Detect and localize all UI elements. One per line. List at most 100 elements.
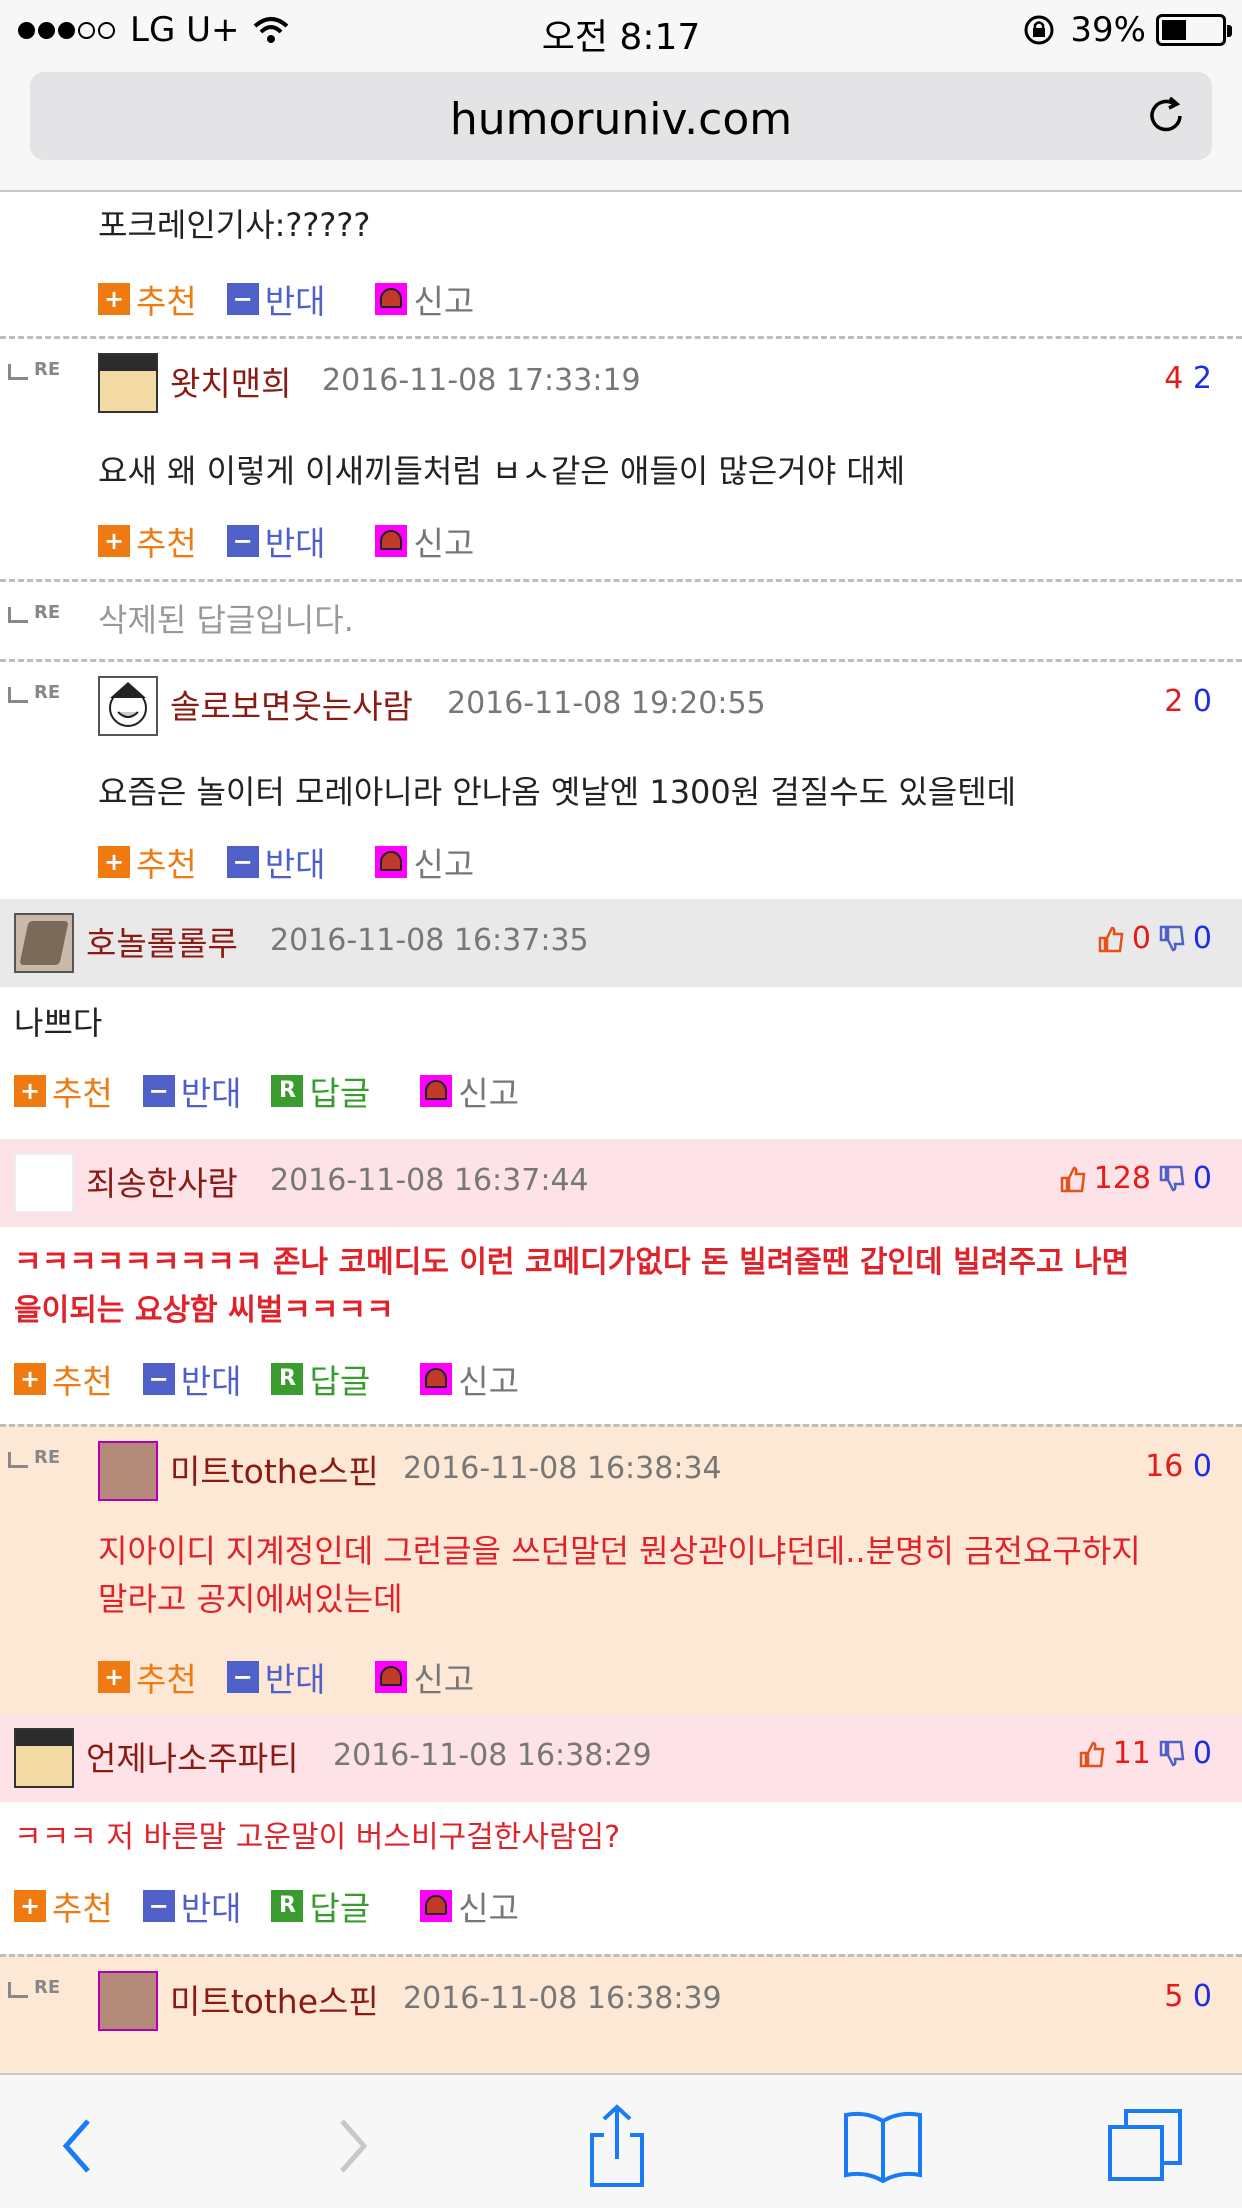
status-right: 39% [1022, 10, 1232, 50]
reply-item: RE 미트tothe스핀 2016-11-08 16:38:39 5 0 [0, 1954, 1242, 2073]
report-button[interactable]: 신고 [420, 1355, 519, 1403]
thumbs-down-icon[interactable] [1157, 1739, 1187, 1769]
reply-button[interactable]: R 답글 [271, 1355, 370, 1403]
report-button[interactable]: 신고 [375, 838, 474, 886]
oppose-button[interactable]: − 반대 [142, 1067, 241, 1115]
re-icon: RE [8, 1977, 60, 1998]
siren-icon [420, 1075, 453, 1107]
plus-icon: + [98, 283, 130, 315]
comment-body: 포크레인기사:????? [98, 206, 371, 244]
tabs-icon[interactable] [1104, 2101, 1194, 2191]
siren-icon [420, 1890, 453, 1922]
recommend-button[interactable]: + 추천 [98, 838, 197, 886]
oppose-button[interactable]: − 반대 [142, 1882, 241, 1930]
comment-date: 2016-11-08 16:38:34 [403, 1451, 722, 1486]
comment-author[interactable]: 왓치맨희 [170, 357, 291, 405]
comment-body-line: 을이되는 요상함 씨벌ㅋㅋㅋㅋ [14, 1293, 394, 1328]
comment-actions: + 추천 − 반대 R 답글 신고 [14, 1067, 549, 1115]
comment-actions: + 추천 − 반대 R 답글 신고 [14, 1355, 549, 1403]
siren-icon [420, 1363, 453, 1395]
oppose-button[interactable]: − 반대 [226, 838, 325, 886]
comment-actions: + 추천 − 반대 신고 [98, 1653, 504, 1701]
minus-icon: − [226, 525, 259, 557]
url-text[interactable]: humoruniv.com [30, 94, 1212, 145]
orientation-lock-icon [1024, 15, 1054, 45]
oppose-button[interactable]: − 반대 [226, 275, 325, 323]
report-button[interactable]: 신고 [375, 275, 474, 323]
address-bar-area: humoruniv.com [0, 60, 1242, 192]
siren-icon [375, 283, 408, 315]
thumbs-up-icon[interactable] [1077, 1739, 1107, 1769]
recommend-button[interactable]: + 추천 [14, 1355, 113, 1403]
comment-body: ㅋㅋㅋ 저 바른말 고운말이 버스비구걸한사람임? [14, 1820, 621, 1855]
minus-icon: − [142, 1075, 175, 1107]
recommend-button[interactable]: + 추천 [14, 1067, 113, 1115]
recommend-button[interactable]: + 추천 [14, 1882, 113, 1930]
minus-icon: − [226, 1661, 259, 1693]
report-button[interactable]: 신고 [420, 1067, 519, 1115]
comment-author[interactable]: 솔로보면웃는사람 [170, 680, 413, 728]
reload-icon[interactable] [1142, 92, 1190, 140]
thumbs-down-icon[interactable] [1157, 924, 1187, 954]
reply-item: RE 미트tothe스핀 2016-11-08 16:38:34 16 0 지아… [0, 1424, 1242, 1714]
comment-actions: + 추천 − 반대 신고 [98, 275, 504, 323]
thumbs-up-icon[interactable] [1096, 924, 1126, 954]
siren-icon [375, 846, 408, 878]
oppose-button[interactable]: − 반대 [142, 1355, 241, 1403]
thumbs-down-icon[interactable] [1157, 1164, 1187, 1194]
comment-score: 16 0 [1145, 1449, 1212, 1484]
book-icon[interactable] [838, 2101, 928, 2191]
oppose-button[interactable]: − 반대 [226, 517, 325, 565]
report-button[interactable]: 신고 [420, 1882, 519, 1930]
comment-score: 11 0 [1071, 1736, 1212, 1771]
reply-item-deleted: RE 삭제된 답글입니다. [0, 579, 1242, 659]
comment-author[interactable]: 언제나소주파티 [86, 1732, 299, 1780]
reply-button[interactable]: R 답글 [271, 1067, 370, 1115]
status-bar: LG U+ 오전 8:17 39% [0, 0, 1242, 60]
list-item: 호놀롤롤루 2016-11-08 16:37:35 0 0 나쁘다 + 추천 − 반… [0, 899, 1242, 1139]
re-icon: RE [8, 602, 60, 623]
comment-body: 요즘은 놀이터 모레아니라 안나옴 옛날엔 1300원 걸질수도 있을텐데 [98, 773, 1017, 811]
recommend-button[interactable]: + 추천 [98, 275, 197, 323]
avatar[interactable] [98, 353, 158, 413]
avatar[interactable] [98, 1971, 158, 2031]
battery-icon [1156, 14, 1232, 46]
thumbs-up-icon[interactable] [1058, 1164, 1088, 1194]
comment-author[interactable]: 죄송한사람 [86, 1157, 238, 1205]
back-icon[interactable] [36, 2101, 126, 2191]
comment-body: 나쁘다 [14, 1004, 103, 1042]
avatar[interactable] [98, 676, 158, 736]
comment-actions: + 추천 − 반대 신고 [98, 517, 504, 565]
recommend-button[interactable]: + 추천 [98, 517, 197, 565]
siren-icon [375, 1661, 408, 1693]
avatar[interactable] [14, 913, 74, 973]
avatar[interactable] [14, 1153, 74, 1213]
minus-icon: − [226, 283, 259, 315]
comment-body-line: 말라고 공지에써있는데 [98, 1580, 403, 1618]
comment-score: 0 0 [1090, 921, 1212, 956]
list-item: 죄송한사람 2016-11-08 16:37:44 128 0 ㅋㅋㅋㅋㅋㅋㅋㅋ… [0, 1139, 1242, 1424]
comment-date: 2016-11-08 16:38:39 [403, 1981, 722, 2016]
re-icon: RE [8, 359, 60, 380]
deleted-notice: 삭제된 답글입니다. [98, 601, 354, 639]
siren-icon [375, 525, 408, 557]
comment-author[interactable]: 호놀롤롤루 [86, 917, 238, 965]
avatar[interactable] [14, 1728, 74, 1788]
forward-icon[interactable] [306, 2101, 396, 2191]
comment-score: 5 0 [1164, 1979, 1212, 2014]
comment-author[interactable]: 미트tothe스핀 [170, 1445, 379, 1493]
report-button[interactable]: 신고 [375, 1653, 474, 1701]
recommend-button[interactable]: + 추천 [98, 1653, 197, 1701]
address-bar[interactable]: humoruniv.com [30, 72, 1212, 160]
comment-actions: + 추천 − 반대 신고 [98, 838, 504, 886]
share-icon[interactable] [572, 2101, 662, 2191]
comment-score: 2 0 [1164, 684, 1212, 719]
comment-body-line: 지아이디 지계정인데 그런글을 쓰던말던 뭔상관이냐던데..분명히 금전요구하지 [98, 1532, 1141, 1570]
oppose-button[interactable]: − 반대 [226, 1653, 325, 1701]
report-button[interactable]: 신고 [375, 517, 474, 565]
reply-icon: R [271, 1363, 304, 1395]
avatar[interactable] [98, 1441, 158, 1501]
reply-button[interactable]: R 답글 [271, 1882, 370, 1930]
comment-author[interactable]: 미트tothe스핀 [170, 1975, 379, 2023]
plus-icon: + [98, 525, 130, 557]
